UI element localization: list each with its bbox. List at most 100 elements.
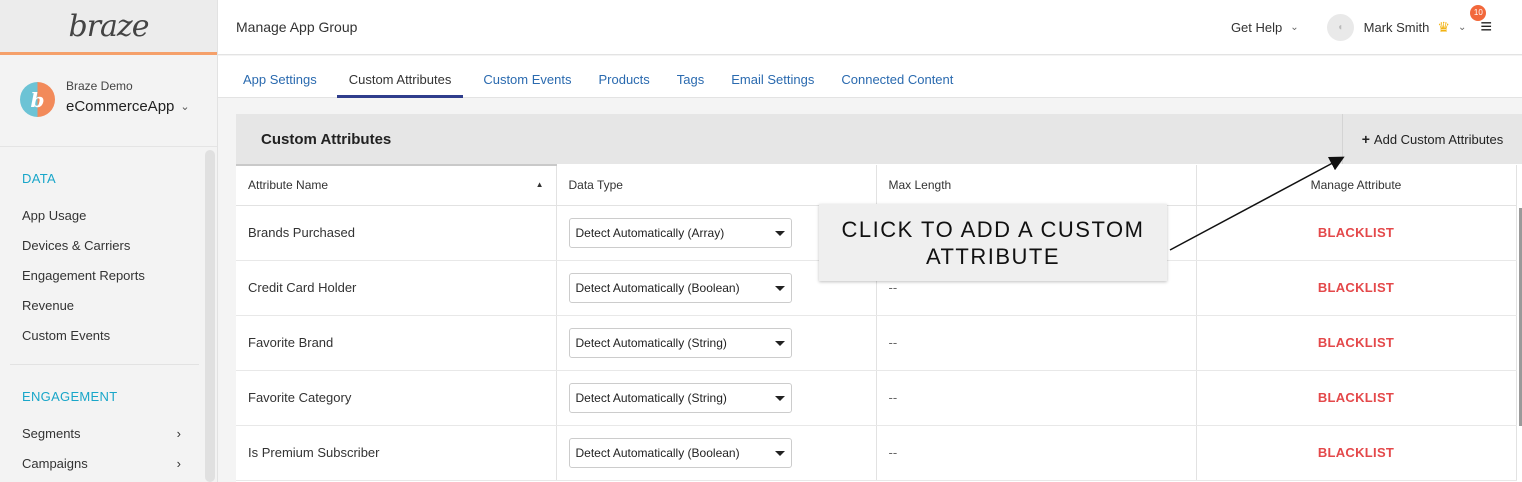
settings-tabs: App Settings Custom Attributes Custom Ev… xyxy=(218,56,1522,98)
braze-logo[interactable]: braze xyxy=(69,9,150,44)
manage-cell: BLACKLIST xyxy=(1196,260,1517,316)
get-help-button[interactable]: Get Help ⌄ xyxy=(1231,20,1299,35)
user-menu[interactable]: ◖ Mark Smith ♛ ⌄ xyxy=(1326,13,1467,41)
sidebar-item-label: Custom Events xyxy=(22,327,111,343)
sidebar-item-engagement-reports[interactable]: Engagement Reports xyxy=(22,260,195,290)
nav-heading-data: DATA xyxy=(22,171,56,186)
table-row: Is Premium Subscriber Detect Automatical… xyxy=(236,425,1517,481)
logo-area[interactable]: braze xyxy=(0,0,217,55)
data-type-select[interactable]: Detect Automatically (Boolean) xyxy=(568,437,792,468)
top-bar: Manage App Group Get Help ⌄ ◖ Mark Smith… xyxy=(218,0,1522,55)
data-type-select[interactable]: Detect Automatically (Array) xyxy=(568,217,792,248)
select-value: Detect Automatically (Boolean) xyxy=(575,280,740,295)
table-row: Favorite Brand Detect Automatically (Str… xyxy=(236,315,1517,371)
blacklist-button[interactable]: BLACKLIST xyxy=(1318,390,1394,405)
data-type-cell: Detect Automatically (String) xyxy=(556,315,877,371)
data-type-select[interactable]: Detect Automatically (String) xyxy=(568,382,792,413)
select-value: Detect Automatically (Array) xyxy=(575,225,725,240)
sidebar: braze b Braze Demo eCommerceApp ⌄ DATA A… xyxy=(0,0,218,482)
app-root: braze b Braze Demo eCommerceApp ⌄ DATA A… xyxy=(0,0,1522,482)
tab-custom-attributes[interactable]: Custom Attributes xyxy=(336,56,464,98)
data-type-cell: Detect Automatically (String) xyxy=(556,370,877,426)
chevron-down-icon: ⌄ xyxy=(1457,21,1467,33)
max-length: -- xyxy=(876,370,1197,426)
nav-section-data: DATA App Usage Devices & Carriers Engage… xyxy=(0,171,217,350)
blacklist-button[interactable]: BLACKLIST xyxy=(1318,335,1394,350)
tab-custom-events[interactable]: Custom Events xyxy=(476,56,578,98)
sidebar-item-label: Campaigns xyxy=(22,455,88,471)
tutorial-callout: CLICK TO ADD A CUSTOM ATTRIBUTE xyxy=(819,204,1167,281)
attribute-name: Is Premium Subscriber xyxy=(236,425,557,481)
data-type-select[interactable]: Detect Automatically (String) xyxy=(568,327,792,358)
sidebar-item-label: Engagement Reports xyxy=(22,267,145,283)
sidebar-item-label: Revenue xyxy=(22,297,75,313)
sidebar-item-revenue[interactable]: Revenue xyxy=(22,290,195,320)
sidebar-item-segments[interactable]: Segments › xyxy=(22,418,195,448)
panel-header: Custom Attributes + Add Custom Attribute… xyxy=(236,114,1522,164)
sidebar-scrollbar[interactable] xyxy=(205,150,215,482)
tab-products[interactable]: Products xyxy=(591,56,656,98)
column-header-data-type: Data Type xyxy=(556,165,877,206)
select-value: Detect Automatically (String) xyxy=(575,335,727,350)
get-help-label: Get Help xyxy=(1230,19,1283,35)
app-name: eCommerceApp xyxy=(66,98,175,115)
table-header-row: Attribute Name ▲ Data Type Max Length Man… xyxy=(236,164,1517,206)
avatar: ◖ xyxy=(1326,13,1354,41)
sort-asc-icon: ▲ xyxy=(535,180,544,189)
app-name-row[interactable]: eCommerceApp ⌄ xyxy=(66,98,190,115)
plus-icon: + xyxy=(1361,131,1370,147)
attribute-name: Brands Purchased xyxy=(236,205,557,261)
manage-cell: BLACKLIST xyxy=(1196,205,1517,261)
column-header-attribute-name[interactable]: Attribute Name ▲ xyxy=(236,164,557,206)
max-length: -- xyxy=(876,315,1197,371)
user-name: Mark Smith xyxy=(1363,19,1430,35)
max-length: -- xyxy=(876,425,1197,481)
sidebar-item-app-usage[interactable]: App Usage xyxy=(22,200,195,230)
sidebar-item-custom-events[interactable]: Custom Events xyxy=(22,320,195,350)
attribute-name: Favorite Category xyxy=(236,370,557,426)
caret-down-icon xyxy=(774,230,785,236)
tab-app-settings[interactable]: App Settings xyxy=(236,56,324,98)
add-button-label: Add Custom Attributes xyxy=(1373,131,1504,147)
nav-heading-engagement: ENGAGEMENT xyxy=(22,389,118,404)
select-value: Detect Automatically (String) xyxy=(575,390,727,405)
crown-icon: ♛ xyxy=(1437,18,1450,35)
data-type-cell: Detect Automatically (Boolean) xyxy=(556,425,877,481)
sidebar-item-devices-carriers[interactable]: Devices & Carriers xyxy=(22,230,195,260)
org-name: Braze Demo xyxy=(66,79,133,93)
data-type-select[interactable]: Detect Automatically (Boolean) xyxy=(568,272,792,303)
blacklist-button[interactable]: BLACKLIST xyxy=(1318,280,1394,295)
tab-connected-content[interactable]: Connected Content xyxy=(834,56,960,98)
attribute-name: Credit Card Holder xyxy=(236,260,557,316)
chevron-down-icon: ⌄ xyxy=(180,101,190,113)
caret-down-icon xyxy=(774,340,785,346)
chevron-right-icon: › xyxy=(176,455,181,471)
callout-text: CLICK TO ADD A CUSTOM ATTRIBUTE xyxy=(842,216,1145,270)
app-avatar: b xyxy=(20,82,55,117)
app-group-text: Braze Demo eCommerceApp ⌄ xyxy=(66,79,190,115)
tab-tags[interactable]: Tags xyxy=(670,56,711,98)
panel-title: Custom Attributes xyxy=(261,130,392,148)
blacklist-button[interactable]: BLACKLIST xyxy=(1318,445,1394,460)
nav-section-engagement: ENGAGEMENT Segments › Campaigns › xyxy=(0,389,217,478)
sidebar-item-label: App Usage xyxy=(22,207,87,223)
sidebar-item-label: Devices & Carriers xyxy=(22,237,131,253)
manage-cell: BLACKLIST xyxy=(1196,425,1517,481)
chevron-down-icon: ⌄ xyxy=(1290,21,1299,33)
caret-down-icon xyxy=(774,450,785,456)
app-group-selector[interactable]: b Braze Demo eCommerceApp ⌄ xyxy=(0,55,217,147)
column-header-manage-attribute: Manage Attribute xyxy=(1196,165,1517,206)
column-label: Attribute Name xyxy=(248,178,329,193)
manage-cell: BLACKLIST xyxy=(1196,315,1517,371)
tab-email-settings[interactable]: Email Settings xyxy=(724,56,821,98)
hamburger-menu-button[interactable]: ≡ 10 xyxy=(1470,5,1492,37)
callout-line-2: ATTRIBUTE xyxy=(925,243,1061,269)
sidebar-item-campaigns[interactable]: Campaigns › xyxy=(22,448,195,478)
custom-attributes-panel: Custom Attributes + Add Custom Attribute… xyxy=(236,114,1522,482)
select-value: Detect Automatically (Boolean) xyxy=(575,445,740,460)
caret-down-icon xyxy=(774,285,785,291)
attribute-name: Favorite Brand xyxy=(236,315,557,371)
add-custom-attributes-button[interactable]: + Add Custom Attributes xyxy=(1342,114,1522,164)
page-title: Manage App Group xyxy=(236,19,358,35)
blacklist-button[interactable]: BLACKLIST xyxy=(1318,225,1394,240)
